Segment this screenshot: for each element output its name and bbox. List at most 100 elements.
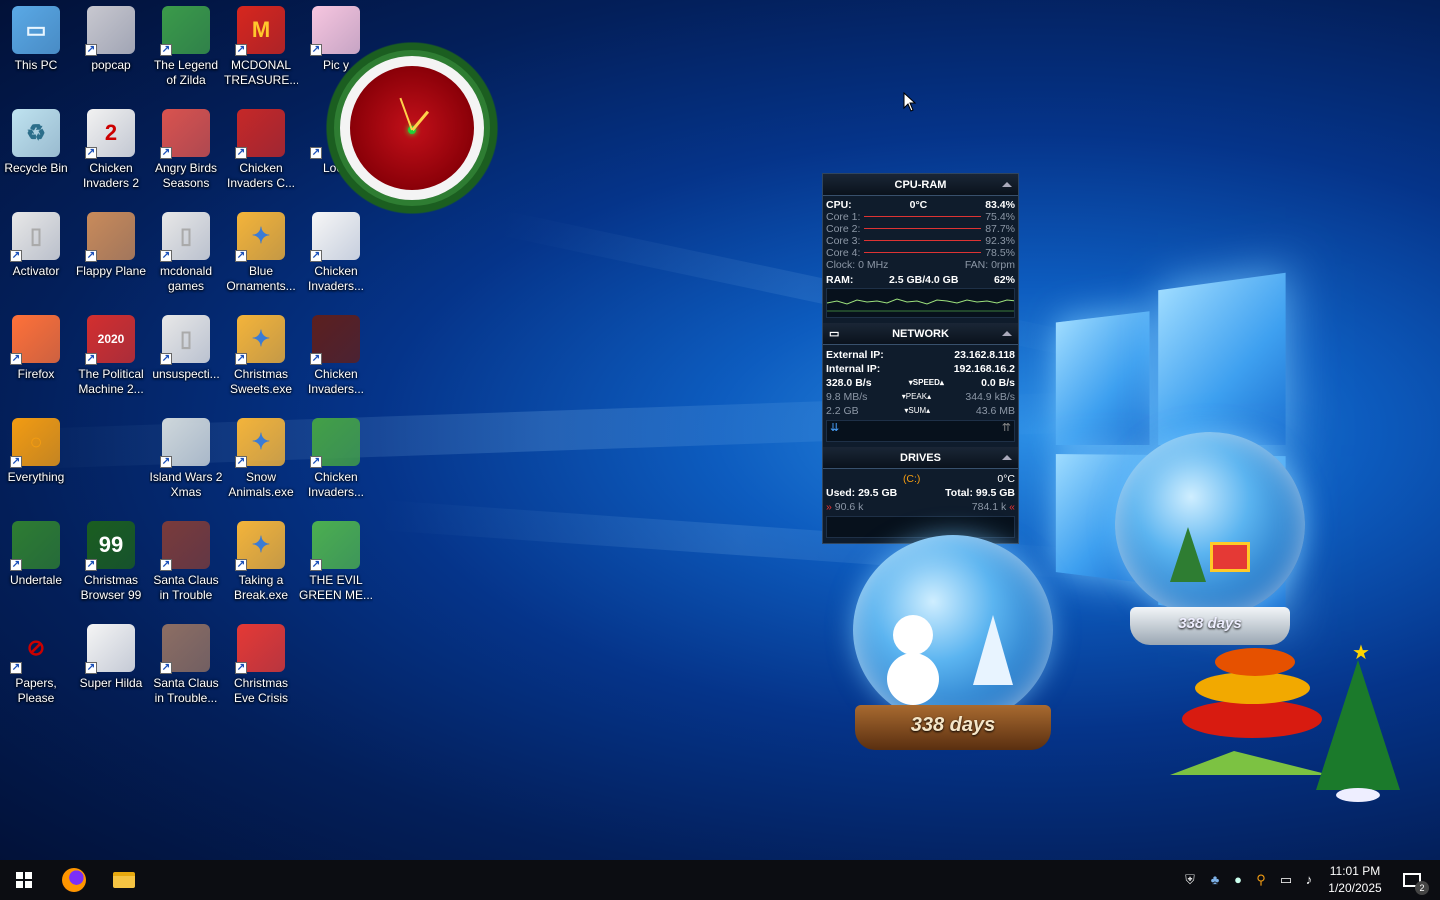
desktop-icon-super-hilda[interactable]: ↗ Super Hilda [74,618,148,691]
shortcut-arrow-icon: ↗ [235,456,247,468]
collapse-icon[interactable] [1002,331,1012,336]
desktop-icon-papers-please[interactable]: ⊘ ↗ Papers, Please [0,618,73,706]
spiral-tree-decoration [1170,640,1330,775]
christmas-sweets-icon: ✦ ↗ [235,315,285,365]
desktop-icon-undertale[interactable]: ↗ Undertale [0,515,73,588]
mouse-cursor [903,92,917,112]
desktop-icon-unsuspecti[interactable]: ▯ ↗ unsuspecti... [149,309,223,382]
desktop-icon-santa-claus-in-trouble[interactable]: ↗ Santa Claus in Trouble [149,515,223,603]
drives-header[interactable]: DRIVES [823,447,1018,469]
shortcut-arrow-icon: ↗ [160,662,172,674]
core-value: 78.5% [985,247,1015,259]
desktop-icon-label: THE EVIL GREEN ME... [299,573,373,602]
shortcut-arrow-icon: ↗ [235,353,247,365]
desktop-icon-flappy-plane[interactable]: ↗ Flappy Plane [74,206,148,279]
desktop-icon-chicken-invaders-2[interactable]: 2 ↗ Chicken Invaders 2 [74,103,148,191]
firefox-icon [62,868,86,892]
desktop-icon-taking-a-break[interactable]: ✦ ↗ Taking a Break.exe [224,515,298,603]
tray-network-icon[interactable]: ▭ [1277,870,1295,890]
tray-security-icon[interactable]: ⛨ [1181,870,1199,890]
desktop-icon-santa-claus-in-trouble-2[interactable]: ↗ Santa Claus in Trouble... [149,618,223,706]
external-ip: 23.162.8.118 [954,349,1015,361]
recycle-bin-icon: ♻ [12,109,60,157]
desktop-icon-mcdonald-games[interactable]: ▯ ↗ mcdonald games [149,206,223,294]
core-value: 87.7% [985,223,1015,235]
ram-value: 2.5 GB/4.0 GB [888,274,959,286]
taskbar-file-explorer[interactable] [100,860,148,900]
desktop-icon-label: Angry Birds Seasons [154,161,218,190]
desktop-icon-popcap[interactable]: ↗ popcap [74,0,148,73]
upload-sum: 43.6 MB [975,405,1015,417]
snowglobe-gadget-right[interactable]: 338 days [1110,432,1310,652]
desktop-icon-evil-green-me[interactable]: ↗ THE EVIL GREEN ME... [299,515,373,603]
desktop-icon-island-wars-2-xmas[interactable]: ↗ Island Wars 2 Xmas [149,412,223,500]
desktop-icon-mcdonal-treasure[interactable]: M ↗ MCDONAL TREASURE... [224,0,298,88]
desktop-icon-angry-birds-seasons[interactable]: ↗ Angry Birds Seasons [149,103,223,191]
shortcut-arrow-icon: ↗ [85,559,97,571]
tray-volume-icon[interactable]: ♪ [1300,870,1318,890]
download-peak: 9.8 MB/s [826,391,868,403]
desktop-icon-label: Christmas Browser 99 [80,573,142,602]
drive-letter: (C:) [902,473,921,485]
cpu-ram-header[interactable]: CPU-RAM [823,174,1018,196]
desktop-icon-firefox[interactable]: ↗ Firefox [0,309,73,382]
shortcut-arrow-icon: ↗ [235,250,247,262]
action-center-button[interactable]: 2 [1392,860,1432,900]
collapse-icon[interactable] [1002,455,1012,460]
snow-animals-icon: ✦ ↗ [235,418,285,468]
desktop-icon-chicken-invaders-a[interactable]: ↗ Chicken Invaders... [299,206,373,294]
tree-icon [1170,527,1206,582]
tray-people-icon[interactable]: ♣ [1206,870,1224,890]
snowglobe-gadget-left[interactable]: 338 days [845,535,1060,770]
desktop-icon-chicken-invaders-d[interactable]: ↗ Chicken Invaders... [299,412,373,500]
cpu-ram-section: CPU: 0°C 83.4% Core 1: 75.4% Core 2: 87.7%… [823,196,1018,323]
island-wars-2-xmas-icon: ↗ [160,418,210,468]
desktop-icon-label: Undertale [9,573,63,587]
desktop-icon-political-machine[interactable]: 2020 ↗ The Political Machine 2... [74,309,148,397]
taskbar-clock[interactable]: 11:01 PM 1/20/2025 [1322,863,1388,897]
christmas-clock-gadget[interactable] [312,28,512,228]
cpu-ram-title: CPU-RAM [894,179,947,191]
chicken-invaders-d-icon: ↗ [310,418,360,468]
start-button[interactable] [0,860,48,900]
desktop-icon-label: Santa Claus in Trouble [153,573,219,602]
everything-icon: ○ ↗ [10,418,60,468]
taskbar-firefox[interactable] [50,860,98,900]
desktop-icon-activator[interactable]: ▯ ↗ Activator [0,206,73,279]
tray-drop-icon[interactable]: ● [1229,870,1247,890]
drive-read: 90.6 k [834,501,864,513]
desktop-icon-christmas-eve-crisis[interactable]: ↗ Christmas Eve Crisis [224,618,298,706]
desktop-icon-everything[interactable]: ○ ↗ Everything [0,412,73,485]
firefox-icon: ↗ [10,315,60,365]
shortcut-arrow-icon: ↗ [10,662,22,674]
system-monitor-gadget: CPU-RAM CPU: 0°C 83.4% Core 1: 75.4% Core… [822,173,1019,544]
desktop-icon-legend-of-zilda[interactable]: ↗ The Legend of Zilda [149,0,223,88]
desktop-icon-label: Santa Claus in Trouble... [153,676,219,705]
desktop-icon-snow-animals[interactable]: ✦ ↗ Snow Animals.exe [224,412,298,500]
desktop-icon-chicken-invaders-c[interactable]: ↗ Chicken Invaders C... [224,103,298,191]
desktop-icon-recycle-bin[interactable]: ♻ Recycle Bin [0,103,73,176]
desktop-icon-christmas-sweets[interactable]: ✦ ↗ Christmas Sweets.exe [224,309,298,397]
desktop-icon-chicken-invaders-b[interactable]: ↗ Chicken Invaders... [299,309,373,397]
shortcut-arrow-icon: ↗ [235,662,247,674]
desktop-icon-label: Christmas Eve Crisis [233,676,288,705]
cpu-temp: 0°C [909,199,928,211]
clock-date: 1/20/2025 [1328,881,1382,895]
collapse-icon[interactable] [1002,182,1012,187]
desktop-icon-blue-ornaments[interactable]: ✦ ↗ Blue Ornaments... [224,206,298,294]
folder-icon [113,872,135,888]
desktop-icon-christmas-browser-99[interactable]: 99 ↗ Christmas Browser 99 [74,515,148,603]
fan-speed: FAN: 0rpm [964,259,1015,271]
desktop-icon-this-pc[interactable]: ▭ This PC [0,0,73,73]
activator-icon: ▯ ↗ [10,212,60,262]
shortcut-arrow-icon: ↗ [85,353,97,365]
network-header[interactable]: ▭ NETWORK [823,323,1018,345]
tray-search-icon[interactable]: ⚲ [1252,870,1270,890]
desktop-icon-label: Chicken Invaders 2 [82,161,140,190]
download-sum: 2.2 GB [826,405,859,417]
core-value: 75.4% [985,211,1015,223]
flappy-plane-icon: ↗ [85,212,135,262]
sum-label: ▾SUM▴ [904,406,931,415]
shortcut-arrow-icon: ↗ [310,44,322,56]
chicken-invaders-c-icon: ↗ [235,109,285,159]
